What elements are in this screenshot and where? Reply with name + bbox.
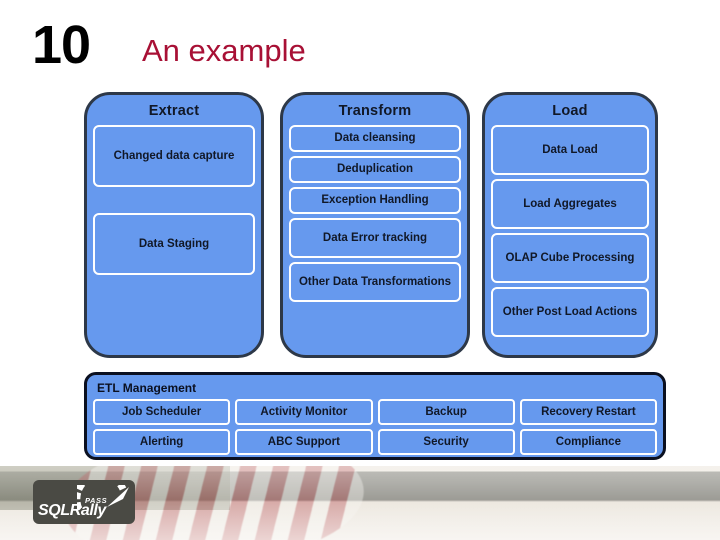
phase-item-olap-cube-processing[interactable]: OLAP Cube Processing — [491, 233, 649, 283]
phase-item-data-load[interactable]: Data Load — [491, 125, 649, 175]
slide-footer: PASS SQLRally — [0, 466, 720, 540]
etl-diagram: Extract Changed data capture Data Stagin… — [0, 0, 720, 470]
phase-column-extract: Extract Changed data capture Data Stagin… — [84, 92, 264, 358]
phase-column-transform: Transform Data cleansing Deduplication E… — [280, 92, 470, 358]
phase-items-transform: Data cleansing Deduplication Exception H… — [283, 125, 467, 302]
phase-item-data-staging[interactable]: Data Staging — [93, 213, 255, 275]
phase-item-exception-handling[interactable]: Exception Handling — [289, 187, 461, 214]
phase-items-load: Data Load Load Aggregates OLAP Cube Proc… — [485, 125, 655, 337]
mgmt-item-security[interactable]: Security — [377, 429, 515, 455]
mgmt-item-recovery-restart[interactable]: Recovery Restart — [519, 399, 657, 425]
phase-item-other-post-load-actions[interactable]: Other Post Load Actions — [491, 287, 649, 337]
logo-sqlrally-text: SQLRally — [38, 502, 106, 519]
phase-items-extract: Changed data capture Data Staging — [87, 125, 261, 275]
phase-item-deduplication[interactable]: Deduplication — [289, 156, 461, 183]
mgmt-item-abc-support[interactable]: ABC Support — [235, 429, 373, 455]
mgmt-item-backup[interactable]: Backup — [377, 399, 515, 425]
phase-item-changed-data-capture[interactable]: Changed data capture — [93, 125, 255, 187]
phase-item-load-aggregates[interactable]: Load Aggregates — [491, 179, 649, 229]
etl-management-grid: Job Scheduler Activity Monitor Backup Re… — [93, 399, 657, 455]
mgmt-item-activity-monitor[interactable]: Activity Monitor — [235, 399, 373, 425]
phase-title-extract: Extract — [148, 103, 200, 119]
phase-column-load: Load Data Load Load Aggregates OLAP Cube… — [482, 92, 658, 358]
etl-management-panel: ETL Management Job Scheduler Activity Mo… — [84, 372, 666, 460]
sqlrally-logo: PASS SQLRally — [33, 480, 135, 524]
mgmt-item-job-scheduler[interactable]: Job Scheduler — [93, 399, 231, 425]
phase-item-data-error-tracking[interactable]: Data Error tracking — [289, 218, 461, 258]
etl-management-title: ETL Management — [97, 381, 197, 395]
mgmt-item-alerting[interactable]: Alerting — [93, 429, 231, 455]
mgmt-item-compliance[interactable]: Compliance — [519, 429, 657, 455]
phase-item-other-data-transformations[interactable]: Other Data Transformations — [289, 262, 461, 302]
phase-title-load: Load — [552, 103, 588, 119]
phase-title-transform: Transform — [338, 103, 412, 119]
phase-item-data-cleansing[interactable]: Data cleansing — [289, 125, 461, 152]
